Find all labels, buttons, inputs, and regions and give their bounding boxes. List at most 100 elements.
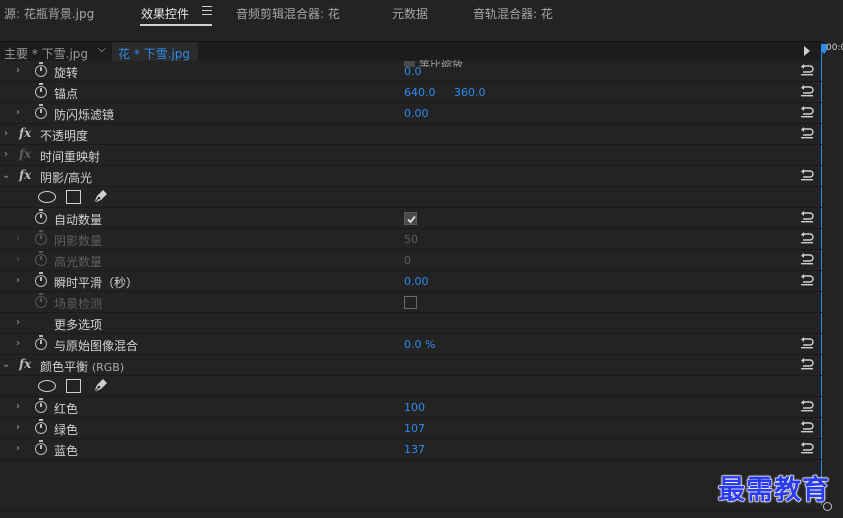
reset-icon[interactable] — [800, 400, 814, 412]
timeline-timecode: 00:0 — [826, 43, 843, 53]
stopwatch-icon[interactable] — [35, 440, 47, 455]
fx-icon[interactable]: fx — [19, 357, 31, 371]
reset-icon[interactable] — [800, 253, 814, 265]
property-row: › 蓝色 137 — [0, 439, 822, 460]
reset-icon[interactable] — [800, 274, 814, 286]
property-row: 锚点 640.0 360.0 — [0, 82, 822, 103]
pen-mask-icon[interactable] — [92, 378, 108, 394]
tab-effect-controls[interactable]: 效果控件 — [141, 5, 189, 22]
stopwatch-icon — [35, 293, 47, 308]
property-value[interactable]: 137 — [404, 443, 425, 456]
property-unit: % — [425, 338, 436, 351]
tab-audio-track-mixer[interactable]: 音轨混合器: 花 — [473, 5, 553, 22]
effect-row-color-balance: ⌄ fx 颜色平衡 (RGB) — [0, 355, 822, 376]
property-value[interactable]: 0.00 — [404, 275, 429, 288]
chevron-right-icon[interactable]: › — [4, 128, 8, 139]
stopwatch-icon[interactable] — [35, 419, 47, 434]
auto-amount-checkbox[interactable] — [404, 212, 417, 225]
play-triangle-icon[interactable] — [804, 46, 810, 56]
property-label: 防闪烁滤镜 — [54, 108, 115, 122]
stopwatch-icon[interactable] — [35, 398, 47, 413]
chevron-down-icon[interactable]: ⌄ — [2, 170, 10, 181]
stopwatch-icon[interactable] — [35, 335, 47, 350]
active-tab-underline — [140, 24, 212, 26]
chevron-right-icon[interactable]: › — [16, 401, 20, 412]
reset-icon[interactable] — [800, 169, 814, 181]
stopwatch-icon[interactable] — [35, 272, 47, 287]
reset-icon[interactable] — [800, 358, 814, 370]
reset-icon[interactable] — [800, 106, 814, 118]
stopwatch-icon[interactable] — [35, 83, 47, 98]
ellipse-mask-icon[interactable] — [38, 191, 56, 203]
property-value-x[interactable]: 640.0 — [404, 86, 436, 99]
fx-icon[interactable]: fx — [19, 168, 31, 182]
property-value[interactable]: 100 — [404, 401, 425, 414]
panel-menu-icon[interactable] — [202, 6, 212, 16]
reset-icon[interactable] — [800, 64, 814, 76]
stopwatch-icon[interactable] — [35, 209, 47, 224]
property-label: 锚点 — [54, 87, 79, 101]
master-clip-label[interactable]: 主要 * 下雪.jpg — [4, 45, 88, 62]
panel-tab-bar: 源: 花瓶背景.jpg 效果控件 音频剪辑混合器: 花 元数据 音轨混合器: 花 — [0, 0, 843, 30]
chevron-right-icon[interactable]: › — [16, 107, 20, 118]
chevron-right-icon[interactable]: › — [16, 275, 20, 286]
rectangle-mask-icon[interactable] — [66, 190, 81, 204]
chevron-right-icon: › — [16, 233, 20, 244]
reset-icon[interactable] — [800, 127, 814, 139]
chevron-right-icon[interactable]: › — [16, 443, 20, 454]
chevron-down-icon[interactable]: ⌵ — [98, 44, 106, 55]
property-row: › 旋转 0.0 — [0, 61, 822, 82]
property-value[interactable]: 0.0 — [404, 65, 422, 78]
property-row: › 阴影数量 50 — [0, 229, 822, 250]
fx-icon[interactable]: fx — [19, 126, 31, 140]
mini-timeline[interactable] — [822, 41, 843, 518]
effect-row-time-remap: › fx 时间重映射 — [0, 145, 822, 166]
reset-icon[interactable] — [800, 337, 814, 349]
effect-name: 颜色平衡 — [40, 360, 89, 374]
reset-icon[interactable] — [800, 211, 814, 223]
stopwatch-icon[interactable] — [35, 104, 47, 119]
fx-icon: fx — [19, 147, 32, 161]
stopwatch-icon — [35, 230, 47, 245]
scene-detect-checkbox[interactable] — [404, 296, 417, 309]
property-row: › 瞬时平滑（秒） 0.00 — [0, 271, 822, 292]
property-value-y[interactable]: 360.0 — [454, 86, 486, 99]
stopwatch-icon — [35, 251, 47, 266]
property-value[interactable]: 107 — [404, 422, 425, 435]
active-clip-label[interactable]: 花 * 下雪.jpg — [112, 42, 199, 61]
ellipse-mask-icon[interactable] — [38, 380, 56, 392]
property-value[interactable]: 0.0 % — [404, 338, 435, 351]
mask-tools-row — [0, 376, 822, 397]
rectangle-mask-icon[interactable] — [66, 379, 81, 393]
property-label: 红色 — [54, 402, 79, 416]
chevron-right-icon[interactable]: › — [16, 338, 20, 349]
property-label: 与原始图像混合 — [54, 339, 139, 353]
chevron-right-icon[interactable]: › — [16, 317, 20, 328]
reset-icon[interactable] — [800, 442, 814, 454]
effect-properties-list: › 旋转 0.0 锚点 640.0 360.0 › 防闪烁滤镜 0.00 › f… — [0, 61, 822, 460]
reset-icon[interactable] — [800, 232, 814, 244]
pen-mask-icon[interactable] — [92, 189, 108, 205]
reset-icon[interactable] — [800, 85, 814, 97]
stopwatch-icon[interactable] — [35, 62, 47, 77]
chevron-right-icon[interactable]: › — [4, 149, 8, 160]
watermark-logo: 最需教育 — [718, 475, 830, 507]
property-value: 0 — [404, 254, 411, 267]
chevron-down-icon[interactable]: ⌄ — [2, 359, 10, 370]
chevron-right-icon[interactable]: › — [16, 65, 20, 76]
effect-label: 颜色平衡 (RGB) — [40, 358, 124, 375]
property-label: 更多选项 — [54, 318, 103, 332]
chevron-right-icon[interactable]: › — [16, 422, 20, 433]
property-row: › 与原始图像混合 0.0 % — [0, 334, 822, 355]
reset-icon[interactable] — [800, 421, 814, 433]
bottom-bar — [0, 510, 822, 518]
effect-controls-window: 源: 花瓶背景.jpg 效果控件 音频剪辑混合器: 花 元数据 音轨混合器: 花… — [0, 0, 843, 518]
effect-label: 时间重映射 — [40, 150, 101, 164]
effect-label: 不透明度 — [40, 129, 89, 143]
tab-metadata[interactable]: 元数据 — [392, 5, 428, 22]
property-label: 自动数量 — [54, 213, 103, 227]
tab-source[interactable]: 源: 花瓶背景.jpg — [4, 5, 94, 22]
property-label: 绿色 — [54, 423, 79, 437]
tab-audio-clip-mixer[interactable]: 音频剪辑混合器: 花 — [236, 5, 340, 22]
property-value[interactable]: 0.00 — [404, 107, 429, 120]
